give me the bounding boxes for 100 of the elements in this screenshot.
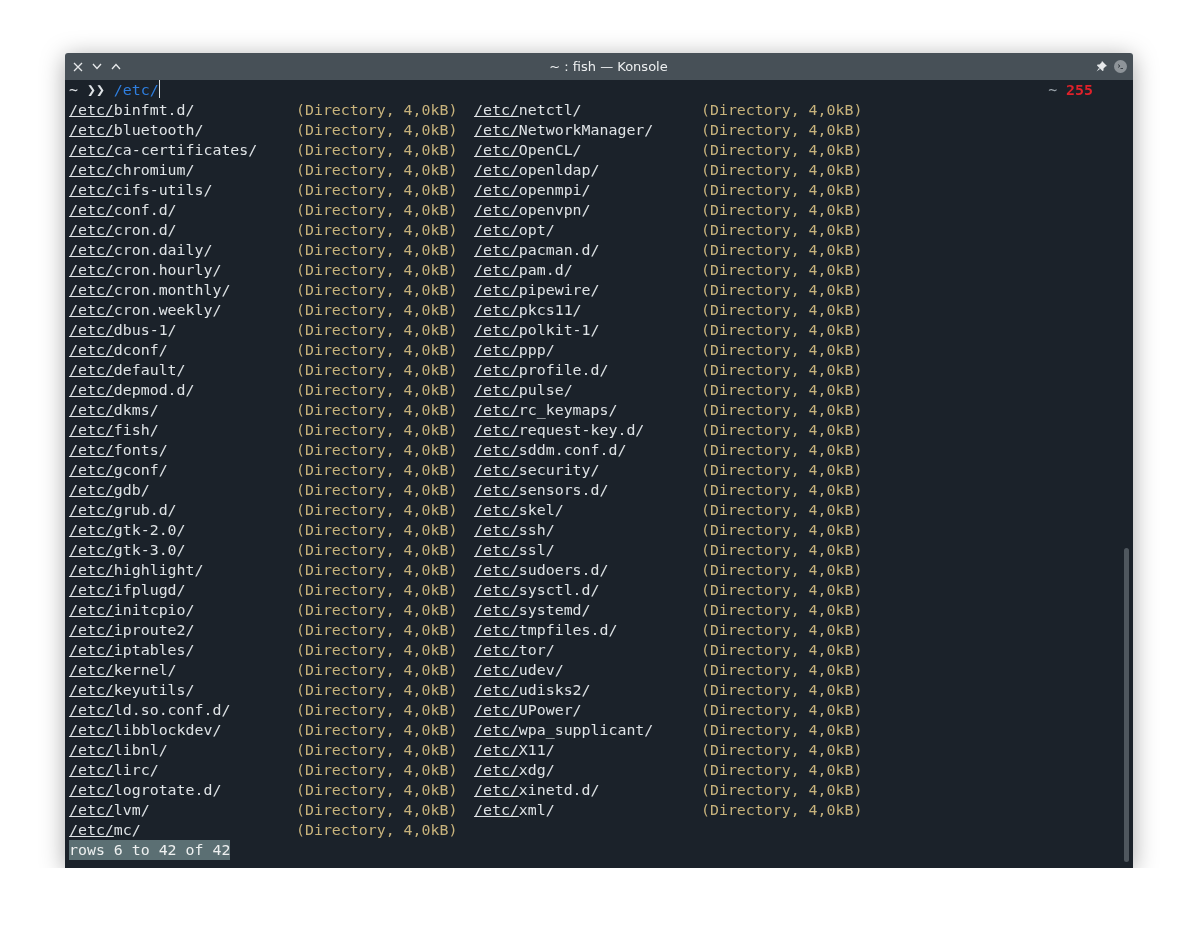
- completion-item[interactable]: /etc/ifplugd/: [69, 580, 296, 600]
- completion-item[interactable]: /etc/wpa_supplicant/: [474, 720, 701, 740]
- completion-item[interactable]: /etc/initcpio/: [69, 600, 296, 620]
- completion-item[interactable]: /etc/openmpi/: [474, 180, 701, 200]
- completion-item[interactable]: /etc/dkms/: [69, 400, 296, 420]
- completion-item[interactable]: /etc/polkit-1/: [474, 320, 701, 340]
- completion-item[interactable]: /etc/dbus-1/: [69, 320, 296, 340]
- pager-status: rows 6 to 42 of 42: [69, 840, 231, 860]
- close-button[interactable]: [71, 60, 84, 73]
- command-input[interactable]: /etc/: [113, 80, 159, 100]
- completion-item[interactable]: /etc/lvm/: [69, 800, 296, 820]
- completion-item[interactable]: /etc/xinetd.d/: [474, 780, 701, 800]
- completion-item[interactable]: /etc/depmod.d/: [69, 380, 296, 400]
- completion-item[interactable]: /etc/cron.daily/: [69, 240, 296, 260]
- completion-item[interactable]: /etc/xdg/: [474, 760, 701, 780]
- completion-item[interactable]: /etc/grub.d/: [69, 500, 296, 520]
- completion-item[interactable]: /etc/cifs-utils/: [69, 180, 296, 200]
- completion-item[interactable]: /etc/cron.weekly/: [69, 300, 296, 320]
- completion-item[interactable]: /etc/ld.so.conf.d/: [69, 700, 296, 720]
- pin-button[interactable]: [1095, 60, 1108, 73]
- completion-item[interactable]: /etc/request-key.d/: [474, 420, 701, 440]
- completion-description: (Directory, 4,0kB): [701, 640, 863, 660]
- completion-item[interactable]: /etc/sudoers.d/: [474, 560, 701, 580]
- completion-item[interactable]: /etc/pam.d/: [474, 260, 701, 280]
- completion-description: (Directory, 4,0kB): [701, 360, 863, 380]
- completion-item[interactable]: /etc/cron.d/: [69, 220, 296, 240]
- completion-item[interactable]: /etc/iptables/: [69, 640, 296, 660]
- completion-description: (Directory, 4,0kB): [296, 400, 458, 420]
- completion-item[interactable]: /etc/X11/: [474, 740, 701, 760]
- completion-item[interactable]: /etc/fish/: [69, 420, 296, 440]
- completion-item[interactable]: /etc/pipewire/: [474, 280, 701, 300]
- completion-item[interactable]: /etc/sensors.d/: [474, 480, 701, 500]
- scrollbar-thumb[interactable]: [1124, 548, 1129, 862]
- completion-description: (Directory, 4,0kB): [701, 520, 863, 540]
- completion-item[interactable]: /etc/binfmt.d/: [69, 100, 296, 120]
- completion-description: (Directory, 4,0kB): [701, 660, 863, 680]
- completion-description: (Directory, 4,0kB): [296, 680, 458, 700]
- completion-item[interactable]: /etc/profile.d/: [474, 360, 701, 380]
- completion-item[interactable]: /etc/default/: [69, 360, 296, 380]
- completion-item[interactable]: /etc/sysctl.d/: [474, 580, 701, 600]
- completion-item[interactable]: /etc/sddm.conf.d/: [474, 440, 701, 460]
- completion-description: (Directory, 4,0kB): [701, 120, 863, 140]
- completion-item[interactable]: /etc/gconf/: [69, 460, 296, 480]
- completion-item[interactable]: /etc/gdb/: [69, 480, 296, 500]
- completion-item[interactable]: /etc/bluetooth/: [69, 120, 296, 140]
- completion-description: (Directory, 4,0kB): [296, 420, 458, 440]
- completion-item[interactable]: /etc/netctl/: [474, 100, 701, 120]
- completion-item[interactable]: /etc/opt/: [474, 220, 701, 240]
- completion-item[interactable]: /etc/highlight/: [69, 560, 296, 580]
- completion-description: (Directory, 4,0kB): [296, 520, 458, 540]
- completion-item[interactable]: /etc/mc/: [69, 820, 296, 840]
- completion-item[interactable]: /etc/openldap/: [474, 160, 701, 180]
- prompt-cwd: ~: [69, 80, 79, 100]
- completion-description: (Directory, 4,0kB): [296, 740, 458, 760]
- completion-item[interactable]: /etc/ssh/: [474, 520, 701, 540]
- completion-item[interactable]: /etc/tmpfiles.d/: [474, 620, 701, 640]
- completion-item[interactable]: /etc/cron.hourly/: [69, 260, 296, 280]
- completion-description: (Directory, 4,0kB): [296, 460, 458, 480]
- completion-item[interactable]: /etc/ppp/: [474, 340, 701, 360]
- completion-item[interactable]: /etc/openvpn/: [474, 200, 701, 220]
- completion-item[interactable]: /etc/cron.monthly/: [69, 280, 296, 300]
- completion-item[interactable]: /etc/UPower/: [474, 700, 701, 720]
- completion-item[interactable]: /etc/ca-certificates/: [69, 140, 296, 160]
- completion-item[interactable]: /etc/skel/: [474, 500, 701, 520]
- completion-item[interactable]: /etc/security/: [474, 460, 701, 480]
- completion-item[interactable]: /etc/udev/: [474, 660, 701, 680]
- completion-item[interactable]: /etc/dconf/: [69, 340, 296, 360]
- completion-item[interactable]: /etc/iproute2/: [69, 620, 296, 640]
- completion-item[interactable]: /etc/pkcs11/: [474, 300, 701, 320]
- completion-item[interactable]: /etc/udisks2/: [474, 680, 701, 700]
- completion-item[interactable]: /etc/pulse/: [474, 380, 701, 400]
- completion-item[interactable]: /etc/pacman.d/: [474, 240, 701, 260]
- completion-item[interactable]: /etc/gtk-2.0/: [69, 520, 296, 540]
- completion-item[interactable]: /etc/gtk-3.0/: [69, 540, 296, 560]
- completion-item[interactable]: /etc/tor/: [474, 640, 701, 660]
- completion-description: (Directory, 4,0kB): [701, 380, 863, 400]
- completion-description: (Directory, 4,0kB): [296, 280, 458, 300]
- completion-item[interactable]: /etc/kernel/: [69, 660, 296, 680]
- completion-item[interactable]: /etc/lirc/: [69, 760, 296, 780]
- completion-item[interactable]: /etc/fonts/: [69, 440, 296, 460]
- completion-item[interactable]: /etc/NetworkManager/: [474, 120, 701, 140]
- completion-item[interactable]: /etc/OpenCL/: [474, 140, 701, 160]
- completion-item[interactable]: /etc/rc_keymaps/: [474, 400, 701, 420]
- completion-item[interactable]: /etc/logrotate.d/: [69, 780, 296, 800]
- completion-description: (Directory, 4,0kB): [701, 720, 863, 740]
- completion-description: (Directory, 4,0kB): [296, 600, 458, 620]
- completion-item[interactable]: /etc/keyutils/: [69, 680, 296, 700]
- completion-item[interactable]: /etc/conf.d/: [69, 200, 296, 220]
- completion-description: (Directory, 4,0kB): [296, 780, 458, 800]
- completion-item[interactable]: /etc/libnl/: [69, 740, 296, 760]
- completion-description: (Directory, 4,0kB): [701, 200, 863, 220]
- completion-item[interactable]: /etc/systemd/: [474, 600, 701, 620]
- prompt-symbol: ❯❯: [86, 80, 106, 100]
- completion-item[interactable]: /etc/ssl/: [474, 540, 701, 560]
- completion-description: (Directory, 4,0kB): [296, 540, 458, 560]
- completion-item[interactable]: /etc/libblockdev/: [69, 720, 296, 740]
- text-cursor: [158, 80, 160, 98]
- completion-description: (Directory, 4,0kB): [296, 700, 458, 720]
- completion-item[interactable]: /etc/chromium/: [69, 160, 296, 180]
- completion-item[interactable]: /etc/xml/: [474, 800, 701, 820]
